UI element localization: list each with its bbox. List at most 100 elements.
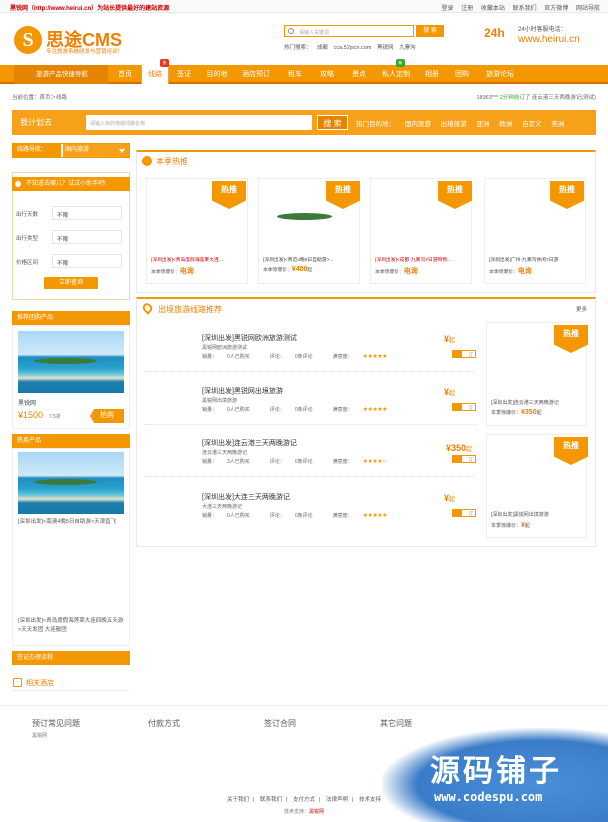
search-input[interactable]: 请输入关键词 <box>284 25 414 37</box>
related-hotels-title: 相关酒店 <box>26 680 54 687</box>
book-button[interactable]: 订 <box>452 403 476 411</box>
route-item[interactable]: [深圳出发]黑锐网出境旅游 黑锐网出境旅游 销量： 0人已购买 评论： 0条评论 满意度… <box>144 375 476 425</box>
ticker-user: 18963*** <box>476 95 499 101</box>
filter-type-select[interactable]: 不限 <box>52 230 122 244</box>
hot-dest-item[interactable]: 美洲 <box>551 121 564 128</box>
side-card-price: 本季惊爆价：¥起 <box>491 522 530 529</box>
ticker-item[interactable]: 连云港三天两晚游记(测试) <box>532 95 596 101</box>
nav-custom[interactable]: 私人定制 <box>376 65 416 84</box>
hot-dest-item[interactable]: 自定义 <box>522 121 542 128</box>
ticker-action: 2分钟前订了 <box>499 95 531 101</box>
rush-buy-button[interactable]: 抢购 <box>90 409 124 423</box>
register-link[interactable]: 注册 <box>461 6 473 12</box>
nav-car-rental[interactable]: 租车 <box>280 65 310 84</box>
route-name[interactable]: [深圳出发]连云港三天两晚游记 <box>202 438 297 448</box>
footer-link[interactable]: 联系我们 <box>260 797 282 803</box>
hotline: 24h 24小时客服电话： www.heirui.cn <box>484 24 604 54</box>
hot-search-item[interactable]: 九寨沟 <box>399 45 416 51</box>
hot-dest-item[interactable]: 亚洲 <box>476 121 489 128</box>
footer-col-title: 签订合同 <box>264 719 296 728</box>
outbound-title: 出境旅游线路推荐 <box>158 305 222 314</box>
route-name[interactable]: [深圳出发]黑锐网欧洲旅游测试 <box>202 333 297 343</box>
line-nav-select[interactable]: 线路导航： 国内旅游 <box>12 143 130 158</box>
breadcrumb-home[interactable]: 首页 <box>40 95 51 101</box>
footer-col-link[interactable]: 黑锐网 <box>32 732 47 739</box>
hot-dest-item[interactable]: 出境旅游 <box>441 121 467 128</box>
filter-days-select[interactable]: 不限 <box>52 206 122 220</box>
category-menu-button[interactable]: 旅游产品快捷导航 <box>14 65 108 84</box>
season-card-title[interactable]: [深圳出发]<青岛度假海莲莱大连... <box>151 256 245 263</box>
tech-link[interactable]: 黑锐网 <box>309 809 324 815</box>
route-meta: 销量： 3人已购买 评论： 0条评论 满意度： ★★★★☆ <box>202 459 388 465</box>
filter-assistant-title: 不知道去哪儿？试试小助手吧! <box>12 177 130 191</box>
breadcrumb-current: 线路 <box>56 95 68 101</box>
season-card-price: 本季惊爆价：电询 <box>375 268 418 275</box>
hot-search: 热门搜索： 成都 cca.52jscn.com 黑锐网 九寨沟 <box>284 43 420 51</box>
footer-link[interactable]: 关于我们 <box>227 797 249 803</box>
hot-product-link[interactable]: [深圳出发]<南澳4晚5日自助游>天津直飞 <box>18 518 124 527</box>
season-card-title[interactable]: [深圳出发]广州-九寨沟休闲7日游 <box>489 256 583 263</box>
fire-icon <box>142 156 152 166</box>
group-buy-name[interactable]: 黑锐网 <box>18 398 36 407</box>
route-item[interactable]: [深圳出发]连云港三天两晚游记 连云港三天两晚游记 销量： 3人已购买 评论： 0条评… <box>144 427 476 477</box>
weibo-link[interactable]: 官方微博 <box>544 6 568 12</box>
footer-link[interactable]: 支付方式 <box>293 797 315 803</box>
nav-guide[interactable]: 攻略 <box>312 65 342 84</box>
nav-line[interactable]: 线路 <box>141 65 169 84</box>
visa-process-title: 签证办理流程 <box>12 651 130 665</box>
hot-search-item[interactable]: cca.52jscn.com <box>334 45 372 51</box>
footer-link[interactable]: 法律声明 <box>326 797 348 803</box>
hot-product-image[interactable] <box>18 452 124 514</box>
filter-key: 价格区间 <box>16 260 39 266</box>
route-name[interactable]: [深圳出发]黑锐网出境旅游 <box>202 386 283 396</box>
hot-dest-item[interactable]: 欧洲 <box>499 121 512 128</box>
query-button[interactable]: 立即查询 <box>44 277 98 289</box>
route-item[interactable]: [深圳出发]黑锐网欧洲旅游测试 黑锐网欧洲旅游测试 销量： 0人已购买 评论： 0条评… <box>144 322 476 372</box>
book-button[interactable]: 订 <box>452 350 476 358</box>
nav-hotel[interactable]: 酒店预订 <box>236 65 276 84</box>
side-card-title[interactable]: [深圳出发]连云港三天两晚游记 <box>491 399 559 406</box>
hot-products-title: 热卖产品 <box>12 434 130 448</box>
nav-home[interactable]: 首页 <box>110 65 140 84</box>
contact-link[interactable]: 联系我们 <box>513 6 537 12</box>
logo[interactable]: S 思途CMS 专注旅游系统研发与营销培训！ <box>14 24 144 58</box>
filter-key: 出行类型 <box>16 236 39 242</box>
chevron-down-icon <box>119 149 125 153</box>
search-button[interactable]: 搜 索 <box>416 25 444 37</box>
filter-price-select[interactable]: 不限 <box>52 254 122 268</box>
more-link[interactable]: 更多 <box>576 305 587 313</box>
route-price: ¥起 <box>444 387 456 397</box>
season-card-title[interactable]: [深圳出发]<青迈4晚5日自助游>... <box>263 256 357 263</box>
login-link[interactable]: 登录 <box>442 6 454 12</box>
destination-input[interactable]: 请输入目的地或线路名称 <box>86 115 312 130</box>
plan-search-button[interactable]: 搜 索 <box>317 115 348 130</box>
nav-album[interactable]: 相册 <box>418 65 446 84</box>
nav-group-buy[interactable]: 团购 <box>448 65 476 84</box>
bookmark-link[interactable]: 收藏本站 <box>481 6 505 12</box>
side-card-title[interactable]: [深圳出发]黑锐网出境旅游 <box>491 511 549 518</box>
watermark: 源码铺子 www.codespu.com <box>382 728 608 822</box>
hot-product-link[interactable]: [深圳出发]<青岛度假海莲莱大连四晚五天游>天天发团 大连散团 <box>18 617 124 635</box>
nav-destination[interactable]: 目的地 <box>200 65 234 84</box>
nav-spot[interactable]: 景点 <box>344 65 374 84</box>
nav-forum[interactable]: 旅游论坛 <box>478 65 522 84</box>
site-nav-link[interactable]: 网站导航 <box>576 6 600 12</box>
clock-24h-icon: 24h <box>484 26 505 40</box>
hot-search-item[interactable]: 黑锐网 <box>377 45 394 51</box>
side-card-price: 本季惊爆价：¥350起 <box>491 409 542 416</box>
nav-visa[interactable]: 签证 <box>170 65 198 84</box>
book-icon <box>13 678 22 687</box>
watermark-cn: 源码铺子 <box>430 755 562 788</box>
footer-link[interactable]: 技术支持 <box>359 797 381 803</box>
book-button[interactable]: 订 <box>452 509 476 517</box>
hot-dest-item[interactable]: 国内旅游 <box>405 121 431 128</box>
season-card-title[interactable]: [深圳出发]<成都-九寨沟7日游购物... <box>375 256 469 263</box>
book-button[interactable]: 订 <box>452 455 476 463</box>
route-name[interactable]: [深圳出发]大连三天两晚游记 <box>202 492 290 502</box>
main-nav: 旅游产品快捷导航 首页 线路 签证 目的地 酒店预订 租车 攻略 景点 私人定制… <box>0 65 608 84</box>
group-buy-image[interactable] <box>18 331 124 393</box>
hot-dest-label: 热门目的地： <box>356 121 395 128</box>
hot-search-item[interactable]: 成都 <box>317 45 328 51</box>
group-buy-discount: 7.5折 <box>49 414 61 420</box>
route-item[interactable]: [深圳出发]大连三天两晚游记 大连三天两晚游记 销量： 0人已购买 评论： 0条评论满… <box>144 481 476 531</box>
